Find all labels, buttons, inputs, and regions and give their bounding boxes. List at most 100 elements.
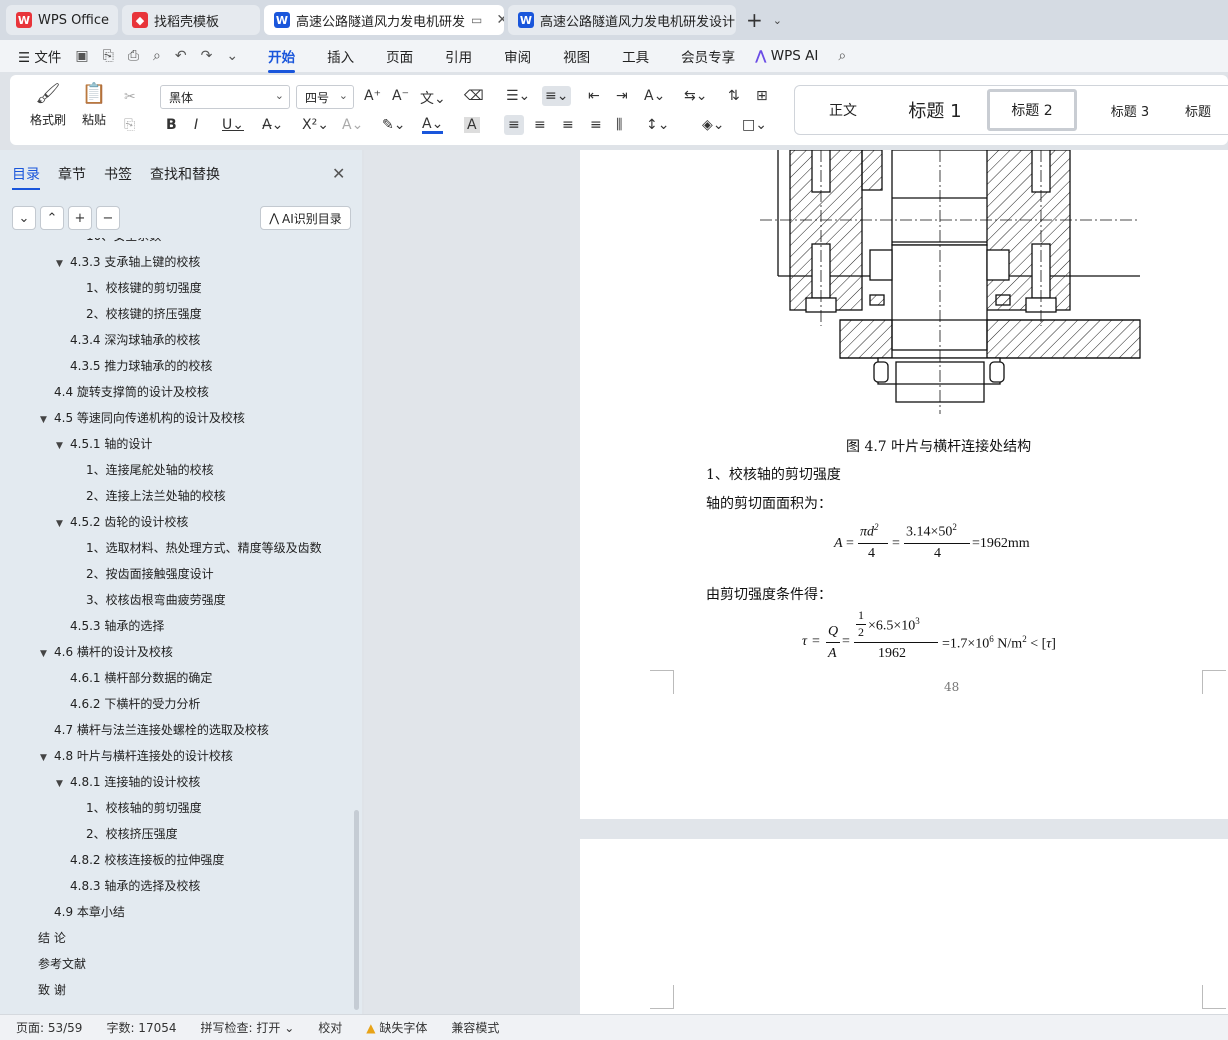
nav-tab-find-replace[interactable]: 查找和替换 — [150, 164, 220, 190]
toc-item[interactable]: 1、连接尾舵处轴的校核 — [86, 460, 214, 480]
line-break-icon[interactable]: ⇆⌄ — [684, 88, 707, 104]
word-count[interactable]: 字数: 17054 — [106, 1019, 176, 1036]
style-heading-2[interactable]: 标题 2 — [987, 89, 1077, 131]
italic-icon[interactable]: I — [194, 117, 198, 133]
toc-item[interactable]: 参考文献 — [38, 954, 86, 974]
toc-item[interactable]: 3、校核齿根弯曲疲劳强度 — [86, 590, 226, 610]
tab-document-active[interactable]: W 高速公路隧道风力发电机研发 ▭ ✕ — [264, 5, 504, 35]
tab-references[interactable]: 引用 — [445, 46, 472, 66]
toc-item[interactable]: 4.3.5 推力球轴承的的校核 — [70, 356, 212, 376]
wps-ai-button[interactable]: ⋀ WPS AI — [755, 48, 818, 64]
expand-toggle-icon[interactable]: ▼ — [40, 644, 54, 664]
font-size-select[interactable]: 四号 ⌄ — [296, 85, 354, 109]
toc-item[interactable]: 2、校核挤压强度 — [86, 824, 178, 844]
text-direction-icon[interactable]: A⌄ — [644, 88, 665, 104]
toc-item[interactable]: 2、连接上法兰处轴的校核 — [86, 486, 226, 506]
toc-item[interactable]: ▼ 4.5 等速同向传递机构的设计及校核 — [40, 408, 245, 428]
tab-view[interactable]: 视图 — [563, 46, 590, 66]
clear-format-icon[interactable]: ⌫ — [464, 88, 484, 104]
line-spacing-icon[interactable]: ↕⌄ — [646, 117, 669, 133]
tab-document-2[interactable]: W 高速公路隧道风力发电机研发设计 说 — [508, 5, 736, 35]
ai-recognize-toc-button[interactable]: ⋀ AI识别目录 — [260, 206, 351, 230]
chevron-down-icon[interactable]: ⌄ — [773, 14, 782, 27]
toc-item[interactable]: 结 论 — [38, 928, 66, 948]
style-normal[interactable]: 正文 — [805, 89, 881, 131]
file-menu[interactable]: ☰ 文件 — [18, 46, 61, 66]
toc-item[interactable]: 4.8.2 校核连接板的拉伸强度 — [70, 850, 224, 870]
toc-item[interactable]: ▼ 4.3.3 支承轴上键的校核 — [56, 252, 200, 272]
collapse-all-button[interactable]: ⌃ — [40, 206, 64, 230]
increase-font-icon[interactable]: A⁺ — [364, 88, 381, 104]
font-color-icon[interactable]: A⌄ — [422, 117, 444, 134]
export-icon[interactable]: ⎘ — [103, 48, 114, 64]
expand-toggle-icon[interactable]: ▼ — [40, 748, 54, 768]
style-heading-1[interactable]: 标题 1 — [887, 89, 983, 131]
align-left-icon[interactable]: ≡ — [504, 115, 524, 135]
show-marks-icon[interactable]: ⊞ — [756, 88, 768, 104]
toc-item[interactable]: 4.7 横杆与法兰连接处螺栓的选取及校核 — [54, 720, 269, 740]
proofread[interactable]: 校对 — [318, 1019, 342, 1036]
close-icon[interactable]: ✕ — [496, 12, 504, 28]
style-heading-3[interactable]: 标题 3 — [1085, 89, 1175, 131]
toc-item[interactable]: 4.8.3 轴承的选择及校核 — [70, 876, 200, 896]
distribute-icon[interactable]: ⫼ — [616, 117, 622, 133]
add-heading-button[interactable]: + — [68, 206, 92, 230]
copy-icon[interactable]: ⎘ — [124, 117, 135, 133]
decrease-font-icon[interactable]: A⁻ — [392, 88, 409, 104]
superscript-icon[interactable]: X²⌄ — [302, 117, 329, 133]
tab-member[interactable]: 会员专享 — [681, 46, 735, 66]
toc-item[interactable]: 4.9 本章小结 — [54, 902, 125, 922]
toc-item[interactable]: 致 谢 — [38, 980, 66, 1000]
nav-tab-toc[interactable]: 目录 — [12, 164, 40, 190]
remove-heading-button[interactable]: − — [96, 206, 120, 230]
tab-wps-office[interactable]: W WPS Office — [6, 5, 118, 35]
search-icon[interactable]: ⌕ — [838, 48, 846, 64]
toc-item[interactable]: ▼ 4.5.1 轴的设计 — [56, 434, 152, 454]
toc-item[interactable]: 4.6.2 下横杆的受力分析 — [70, 694, 200, 714]
style-heading[interactable]: 标题 — [1185, 89, 1228, 131]
expand-toggle-icon[interactable]: ▼ — [56, 774, 70, 794]
expand-toggle-icon[interactable]: ▼ — [56, 254, 70, 274]
save-icon[interactable]: ▣ — [75, 48, 88, 64]
toc-item[interactable]: ▼ 4.8 叶片与横杆连接处的设计校核 — [40, 746, 233, 766]
toc-item[interactable]: 1、校核键的剪切强度 — [86, 278, 202, 298]
tab-docer[interactable]: ◆ 找稻壳模板 — [122, 5, 260, 35]
missing-font[interactable]: ▲ 缺失字体 — [366, 1019, 427, 1036]
new-tab-button[interactable]: + — [740, 8, 769, 32]
tab-tools[interactable]: 工具 — [622, 46, 649, 66]
tab-review[interactable]: 审阅 — [504, 46, 531, 66]
cut-icon[interactable]: ✂ — [124, 89, 136, 105]
underline-icon[interactable]: U⌄ — [222, 117, 244, 133]
toc-item[interactable]: 1、校核轴的剪切强度 — [86, 798, 202, 818]
toc-item[interactable]: ▼ 4.6 横杆的设计及校核 — [40, 642, 173, 662]
close-icon[interactable]: ✕ — [332, 164, 345, 183]
justify-icon[interactable]: ≡ — [590, 117, 602, 133]
shading-icon[interactable]: ◈⌄ — [702, 117, 725, 133]
spell-check[interactable]: 拼写检查: 打开 ⌄ — [201, 1019, 295, 1036]
highlight-icon[interactable]: ✎⌄ — [382, 117, 405, 133]
toc-item[interactable]: ▼ 4.5.2 齿轮的设计校核 — [56, 512, 188, 532]
chevron-down-icon[interactable]: ⌄ — [226, 48, 238, 64]
align-center-icon[interactable]: ≡ — [534, 117, 546, 133]
tab-home[interactable]: 开始 — [268, 46, 296, 73]
undo-icon[interactable]: ↶ — [175, 48, 187, 64]
text-effect-icon[interactable]: A⌄ — [342, 117, 363, 133]
paste-button[interactable]: 📋 粘贴 — [76, 81, 112, 128]
bullet-list-icon[interactable]: ☰⌄ — [506, 88, 530, 104]
numbered-list-icon[interactable]: ≡⌄ — [542, 86, 572, 106]
bold-icon[interactable]: B — [166, 117, 177, 133]
tab-page[interactable]: 页面 — [386, 46, 413, 66]
redo-icon[interactable]: ↷ — [201, 48, 213, 64]
decrease-indent-icon[interactable]: ⇤ — [588, 88, 600, 104]
expand-all-button[interactable]: ⌄ — [12, 206, 36, 230]
toc-item[interactable]: 2、校核键的挤压强度 — [86, 304, 202, 324]
expand-toggle-icon[interactable]: ▼ — [40, 410, 54, 430]
strikethrough-icon[interactable]: A̶⌄ — [262, 117, 283, 133]
tab-insert[interactable]: 插入 — [327, 46, 354, 66]
toc-item[interactable]: 4.3.4 深沟球轴承的校核 — [70, 330, 200, 350]
expand-toggle-icon[interactable]: ▼ — [56, 514, 70, 534]
nav-tab-bookmarks[interactable]: 书签 — [104, 164, 132, 190]
format-painter-button[interactable]: 🖌 格式刷 — [28, 81, 68, 128]
char-shading-icon[interactable]: A — [464, 117, 480, 133]
nav-tab-sections[interactable]: 章节 — [58, 164, 86, 190]
